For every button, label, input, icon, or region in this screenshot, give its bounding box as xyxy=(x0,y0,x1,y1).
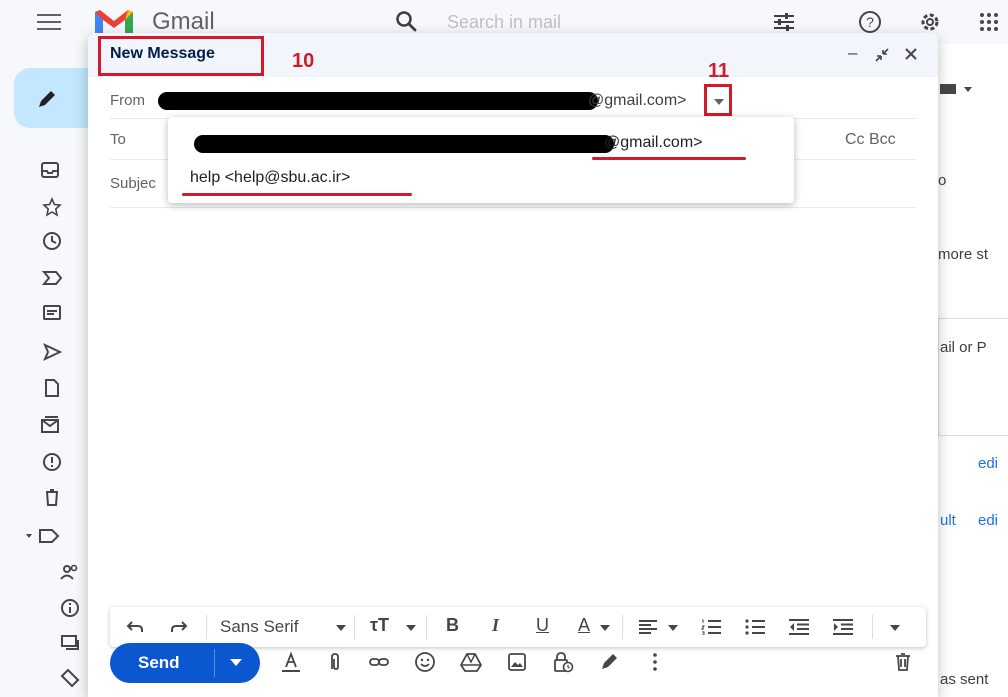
info-icon[interactable] xyxy=(60,598,80,618)
cc-bcc-links[interactable]: Cc Bcc xyxy=(845,131,896,149)
underline-icon[interactable]: U xyxy=(536,615,549,636)
signature-pen-icon[interactable] xyxy=(598,651,620,673)
from-email[interactable]: @gmail.com> xyxy=(588,92,687,110)
bulleted-list-icon[interactable] xyxy=(744,619,766,635)
settings-gear-icon[interactable] xyxy=(918,10,942,34)
chevron-down-icon[interactable] xyxy=(406,624,416,632)
sent-icon[interactable] xyxy=(42,342,62,362)
background-card xyxy=(938,318,1008,436)
formatting-options-icon[interactable] xyxy=(280,651,302,673)
background-text[interactable]: ult xyxy=(940,512,956,529)
indent-more-icon[interactable] xyxy=(832,619,854,635)
subject-field[interactable]: Subjec xyxy=(110,175,156,192)
trash-icon[interactable] xyxy=(42,487,62,507)
discard-draft-trash-icon[interactable] xyxy=(892,651,914,673)
text-size-icon[interactable]: τT xyxy=(370,615,389,636)
background-text: o xyxy=(938,172,947,189)
background-text: ail or P xyxy=(940,339,987,356)
from-address-dropdown: @gmail.com> help <help@sbu.ac.ir> xyxy=(168,117,794,203)
insert-link-icon[interactable] xyxy=(368,651,390,673)
toolbar-separator xyxy=(206,615,207,639)
search-input[interactable]: Search in mail xyxy=(447,12,561,33)
send-label: Send xyxy=(138,653,180,672)
from-label: From xyxy=(110,92,145,109)
background-edit-link[interactable]: edi xyxy=(978,512,998,529)
emoji-icon[interactable] xyxy=(414,651,436,673)
inbox-icon[interactable] xyxy=(40,160,60,180)
text-color-icon[interactable]: A xyxy=(578,615,590,636)
chevron-down-icon[interactable] xyxy=(600,624,610,632)
align-icon[interactable] xyxy=(638,619,658,635)
confidential-mode-icon[interactable] xyxy=(552,651,574,673)
star-icon[interactable] xyxy=(42,197,62,217)
indent-less-icon[interactable] xyxy=(788,619,810,635)
chevron-down-icon[interactable] xyxy=(668,624,678,632)
background-text: more st xyxy=(938,246,989,263)
drafts-icon[interactable] xyxy=(42,378,62,398)
attach-file-icon[interactable] xyxy=(324,651,346,673)
annotation-label-11: 11 xyxy=(708,60,730,82)
snoozed-clock-icon[interactable] xyxy=(42,231,62,251)
chats-icon[interactable] xyxy=(42,304,62,324)
google-drive-icon[interactable] xyxy=(460,651,482,673)
spam-icon[interactable] xyxy=(42,452,62,472)
toolbar-separator xyxy=(622,615,623,639)
annotation-underline xyxy=(592,157,746,160)
close-icon[interactable] xyxy=(904,47,918,61)
redo-icon[interactable] xyxy=(170,619,188,635)
minimize-icon[interactable]: – xyxy=(848,43,857,63)
font-family-select[interactable]: Sans Serif xyxy=(220,617,298,637)
italic-icon[interactable]: I xyxy=(492,615,499,636)
dropdown-option-help[interactable]: help <help@sbu.ac.ir> xyxy=(190,169,350,187)
gmail-wordmark: Gmail xyxy=(152,8,215,35)
fullscreen-exit-icon[interactable] xyxy=(874,47,890,63)
toolbar-separator xyxy=(354,615,355,639)
more-options-icon[interactable] xyxy=(644,651,666,673)
help-icon[interactable]: ? xyxy=(858,10,882,34)
background-text: as sent xyxy=(940,671,989,688)
promotions-tag-icon[interactable] xyxy=(60,668,80,688)
annotation-box-11 xyxy=(704,84,732,116)
insert-photo-icon[interactable] xyxy=(506,651,528,673)
important-icon[interactable] xyxy=(42,268,62,288)
search-icon[interactable] xyxy=(395,10,417,32)
redacted-sender-name xyxy=(194,135,614,153)
forums-icon[interactable] xyxy=(60,633,80,653)
send-divider xyxy=(214,649,215,677)
toolbar-separator xyxy=(426,615,427,639)
contacts-icon[interactable] xyxy=(60,562,80,582)
numbered-list-icon[interactable] xyxy=(700,619,722,635)
redacted-sender-name xyxy=(158,92,598,110)
schedule-send-arrow-icon[interactable] xyxy=(230,659,242,666)
dropdown-option-gmail[interactable]: @gmail.com> xyxy=(604,134,703,152)
apps-grid-icon[interactable] xyxy=(978,12,1000,32)
background-edit-link[interactable]: edi xyxy=(978,455,998,472)
toolbar-separator xyxy=(872,615,873,639)
subject-divider xyxy=(110,207,916,208)
main-menu-icon[interactable] xyxy=(37,14,61,30)
more-labels-icon[interactable] xyxy=(24,526,64,546)
annotation-box-10 xyxy=(98,36,264,76)
bold-icon[interactable]: B xyxy=(446,615,459,636)
compose-button[interactable] xyxy=(14,68,88,128)
svg-text:?: ? xyxy=(866,14,874,30)
more-formatting-icon[interactable] xyxy=(890,624,900,632)
send-button[interactable]: Send xyxy=(110,643,260,683)
to-label: To xyxy=(110,131,126,148)
compose-window: New Message – 10 From @gmail.com> 11 To … xyxy=(88,33,938,697)
annotation-underline xyxy=(182,193,412,196)
formatting-toolbar: Sans Serif τT B I U A xyxy=(110,607,926,647)
search-options-icon[interactable] xyxy=(772,11,796,33)
annotation-label-10: 10 xyxy=(292,50,315,72)
chevron-down-icon[interactable] xyxy=(336,624,346,632)
background-toolbar-icon xyxy=(940,84,972,94)
undo-icon[interactable] xyxy=(126,619,144,635)
all-mail-icon[interactable] xyxy=(40,414,60,434)
pencil-icon xyxy=(39,91,55,107)
